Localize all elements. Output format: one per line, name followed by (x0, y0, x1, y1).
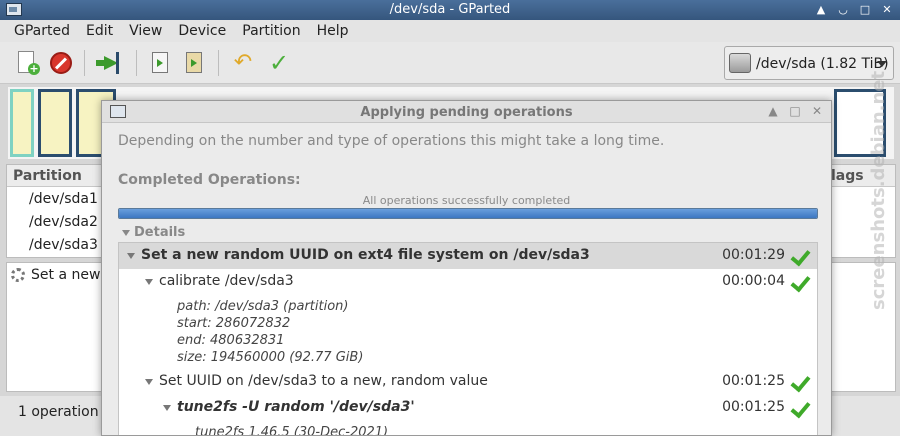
device-label: /dev/sda (1.82 TiB) (756, 56, 889, 72)
expander-arrow-icon[interactable] (145, 379, 153, 385)
dialog-close-button[interactable]: ✕ (809, 103, 825, 119)
menu-view[interactable]: View (121, 23, 170, 39)
paste-icon[interactable] (182, 50, 208, 76)
partition-block[interactable] (38, 89, 72, 157)
apply-operations-dialog: Applying pending operations ▲ □ ✕ Depend… (101, 100, 832, 436)
expander-arrow-icon[interactable] (127, 253, 135, 259)
undo-icon[interactable]: ↶ (230, 50, 256, 76)
watermark: screenshots.debian.net (868, 70, 889, 310)
progress-bar (118, 208, 818, 219)
gear-icon (11, 268, 25, 282)
menu-partition[interactable]: Partition (234, 23, 308, 39)
tree-row[interactable]: calibrate /dev/sda3 00:00:04 (119, 269, 817, 295)
operation-details-tree: Set a new random UUID on ext4 file syste… (118, 242, 818, 436)
completed-operations-label: Completed Operations: (118, 172, 301, 188)
close-button[interactable]: ✕ (878, 2, 896, 18)
minimize-button[interactable]: ◡ (834, 2, 852, 18)
tree-row[interactable]: Set UUID on /dev/sda3 to a new, random v… (119, 369, 817, 395)
success-check-icon (792, 271, 812, 291)
window-controls: ▲ ◡ □ ✕ (812, 2, 896, 18)
main-titlebar: /dev/sda - GParted ▲ ◡ □ ✕ (0, 0, 900, 20)
toolbar-separator (218, 50, 219, 76)
copy-icon[interactable] (148, 50, 174, 76)
menu-device[interactable]: Device (170, 23, 234, 39)
dialog-window-controls: ▲ □ ✕ (765, 103, 825, 119)
menu-gparted[interactable]: GParted (6, 23, 78, 39)
expander-arrow-icon (122, 229, 130, 236)
menu-help[interactable]: Help (309, 23, 357, 39)
resize-move-icon[interactable] (96, 50, 122, 76)
progress-fill (119, 209, 817, 218)
toolbar-separator (136, 50, 137, 76)
details-expander[interactable]: Details (122, 225, 185, 240)
expander-arrow-icon[interactable] (163, 405, 171, 411)
status-text: 1 operation p (18, 404, 112, 420)
chevron-down-icon (877, 61, 887, 67)
menubar: GParted Edit View Device Partition Help (0, 20, 900, 42)
success-check-icon (792, 245, 812, 265)
list-item[interactable]: Set a new r (11, 267, 111, 283)
hard-disk-icon (729, 53, 751, 73)
menu-edit[interactable]: Edit (78, 23, 121, 39)
shade-button[interactable]: ▲ (812, 2, 830, 18)
new-partition-icon[interactable]: + (14, 50, 40, 76)
partition-info: path: /dev/sda3 (partition) start: 28607… (177, 299, 364, 365)
command-output: tune2fs 1.46.5 (30-Dec-2021) (195, 425, 389, 436)
tree-row[interactable]: Set a new random UUID on ext4 file syste… (119, 243, 817, 269)
flags-column-header[interactable]: lags (831, 168, 864, 184)
apply-icon[interactable]: ✓ (266, 50, 292, 76)
tree-row[interactable]: tune2fs -U random '/dev/sda3' 00:01:25 (119, 395, 817, 421)
toolbar-separator (84, 50, 85, 76)
dialog-titlebar: Applying pending operations ▲ □ ✕ (102, 101, 831, 123)
progress-status-text: All operations successfully completed (362, 194, 571, 207)
dialog-message: Depending on the number and type of oper… (118, 133, 665, 149)
maximize-button[interactable]: □ (856, 2, 874, 18)
success-check-icon (792, 371, 812, 391)
partition-block[interactable] (10, 89, 34, 157)
dialog-title: Applying pending operations (360, 105, 573, 120)
success-check-icon (792, 397, 812, 417)
dialog-shade-button[interactable]: ▲ (765, 103, 781, 119)
window-title: /dev/sda - GParted (389, 2, 511, 17)
delete-icon[interactable] (48, 50, 74, 76)
dialog-maximize-button[interactable]: □ (787, 103, 803, 119)
expander-arrow-icon[interactable] (145, 279, 153, 285)
